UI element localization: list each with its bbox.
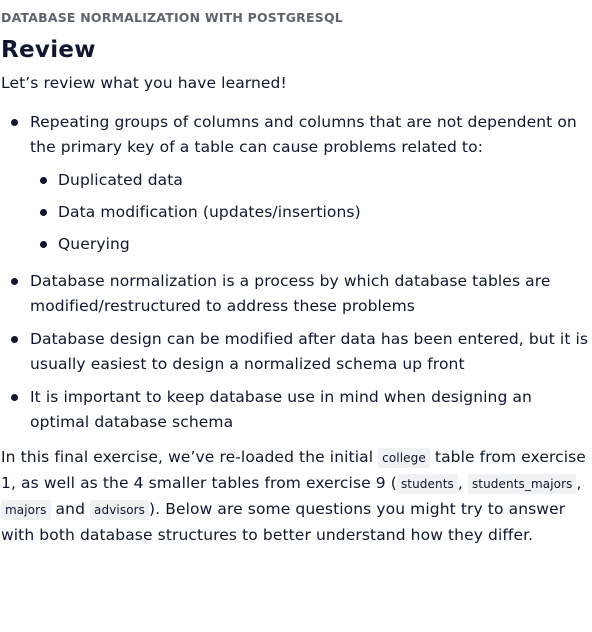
text-span: In this final exercise, we’ve re-loaded … xyxy=(1,448,379,466)
code-students-majors: students_majors xyxy=(467,474,577,494)
sub-list-item: Duplicated data xyxy=(40,168,590,193)
lesson-content: DATABASE NORMALIZATION WITH POSTGRESQL R… xyxy=(0,10,592,548)
list-item: It is important to keep database use in … xyxy=(11,385,590,435)
text-span: and xyxy=(50,500,91,518)
intro-text: Let’s review what you have learned! xyxy=(1,74,287,92)
code-advisors: advisors xyxy=(90,500,150,520)
text-span: , xyxy=(457,474,468,492)
problem-list: Duplicated data Data modification (updat… xyxy=(30,168,590,257)
course-eyebrow: DATABASE NORMALIZATION WITH POSTGRESQL xyxy=(1,10,343,25)
list-item-text: Repeating groups of columns and columns … xyxy=(30,113,577,156)
sub-list-item: Data modification (updates/insertions) xyxy=(40,200,590,225)
exercise-description: In this final exercise, we’ve re-loaded … xyxy=(1,445,590,548)
code-college: college xyxy=(378,448,430,468)
list-item: Database normalization is a process by w… xyxy=(11,269,590,319)
code-majors: majors xyxy=(1,500,51,520)
list-item: Database design can be modified after da… xyxy=(11,327,590,377)
page-title: Review xyxy=(1,37,96,63)
text-span: , xyxy=(576,474,582,492)
list-item: Repeating groups of columns and columns … xyxy=(11,110,590,257)
review-list: Repeating groups of columns and columns … xyxy=(1,110,590,435)
code-students: students xyxy=(396,474,458,494)
sub-list-item: Querying xyxy=(40,232,590,257)
